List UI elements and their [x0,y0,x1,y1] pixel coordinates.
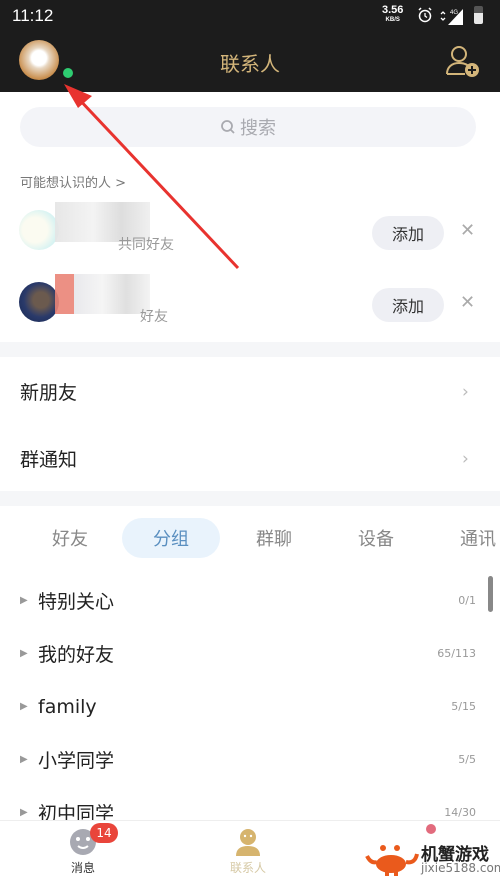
tab-address-book[interactable]: 通讯 [448,518,500,558]
search-placeholder: 搜索 [240,118,276,139]
group-count: 0/1 [458,594,476,607]
group-count: 14/30 [444,806,476,819]
top-header: 联系人 [0,32,500,92]
group-count: 5/5 [458,753,476,766]
network-type: 4G [450,10,458,16]
tab-devices[interactable]: 设备 [336,518,416,558]
contact-tabs: 好友 分组 群聊 设备 通讯 [0,518,500,562]
chevron-right-icon: › [462,448,469,469]
add-friend-button[interactable]: 添加 [372,288,444,322]
add-contact-icon[interactable] [444,44,480,78]
blurred-name [55,274,150,314]
group-item[interactable]: ▶ 我的好友 65/113 [0,627,500,680]
section-divider [0,491,500,506]
tab-messages-label: 消息 [70,861,95,875]
tab-contacts[interactable]: 联系人 [208,821,288,879]
net-speed: 3.56 KB/S [382,5,403,25]
signal-4g-icon: 4G [440,9,463,25]
battery-icon [474,6,483,24]
expand-triangle-icon: ▶ [20,648,28,659]
may-know-link[interactable]: 可能想认识的人 > [20,172,126,191]
net-speed-unit: KB/S [385,17,400,23]
crab-logo-icon [365,845,419,876]
unread-badge: 14 [90,823,118,843]
watermark-url: jixie5188.com [421,861,500,875]
alarm-icon [418,7,432,23]
suggestion-subtitle: 共同好友 [118,237,174,253]
suggestion-avatar [19,210,59,250]
search-icon [221,120,235,134]
page-title: 联系人 [220,52,280,76]
suggestion-subtitle: 好友 [140,309,168,325]
list-scrollbar[interactable] [488,576,493,612]
group-name: 小学同学 [38,750,115,772]
group-item[interactable]: ▶ family 5/15 [0,680,500,733]
group-item[interactable]: ▶ 特别关心 0/1 [0,574,500,627]
add-friend-button[interactable]: 添加 [372,216,444,250]
chevron-right-icon: › [462,381,469,402]
dismiss-icon[interactable]: ✕ [460,292,475,313]
status-time: 11:12 [12,6,54,25]
group-notice-row[interactable]: 群通知 › [0,425,500,492]
group-item[interactable]: ▶ 小学同学 5/5 [0,733,500,786]
search-input[interactable]: 搜索 [20,107,476,147]
tab-contacts-label: 联系人 [229,861,266,875]
row-label: 群通知 [20,449,78,471]
group-count: 65/113 [437,647,476,660]
expand-triangle-icon: ▶ [20,807,28,818]
suggestion-avatar [19,282,59,322]
expand-triangle-icon: ▶ [20,595,28,606]
tab-group-chats[interactable]: 群聊 [234,518,314,558]
group-name: 特别关心 [38,591,115,613]
row-label: 新朋友 [20,382,78,404]
status-bar: 11:12 3.56 KB/S 4G [0,0,500,32]
new-friends-row[interactable]: 新朋友 › [0,358,500,425]
suggestion-item[interactable]: 好友 添加 ✕ [0,270,500,334]
contacts-icon [236,829,260,856]
dismiss-icon[interactable]: ✕ [460,220,475,241]
notification-dot [426,824,436,834]
suggestion-item[interactable]: 共同好友 添加 ✕ [0,198,500,262]
section-divider [0,342,500,357]
group-name: family [38,695,97,718]
tab-friends[interactable]: 好友 [30,518,110,558]
expand-triangle-icon: ▶ [20,701,28,712]
watermark: 机蟹游戏 jixie5188.com [365,838,500,878]
expand-triangle-icon: ▶ [20,754,28,765]
group-name: 我的好友 [38,644,115,666]
tab-groups[interactable]: 分组 [122,518,220,558]
group-count: 5/15 [451,700,476,713]
